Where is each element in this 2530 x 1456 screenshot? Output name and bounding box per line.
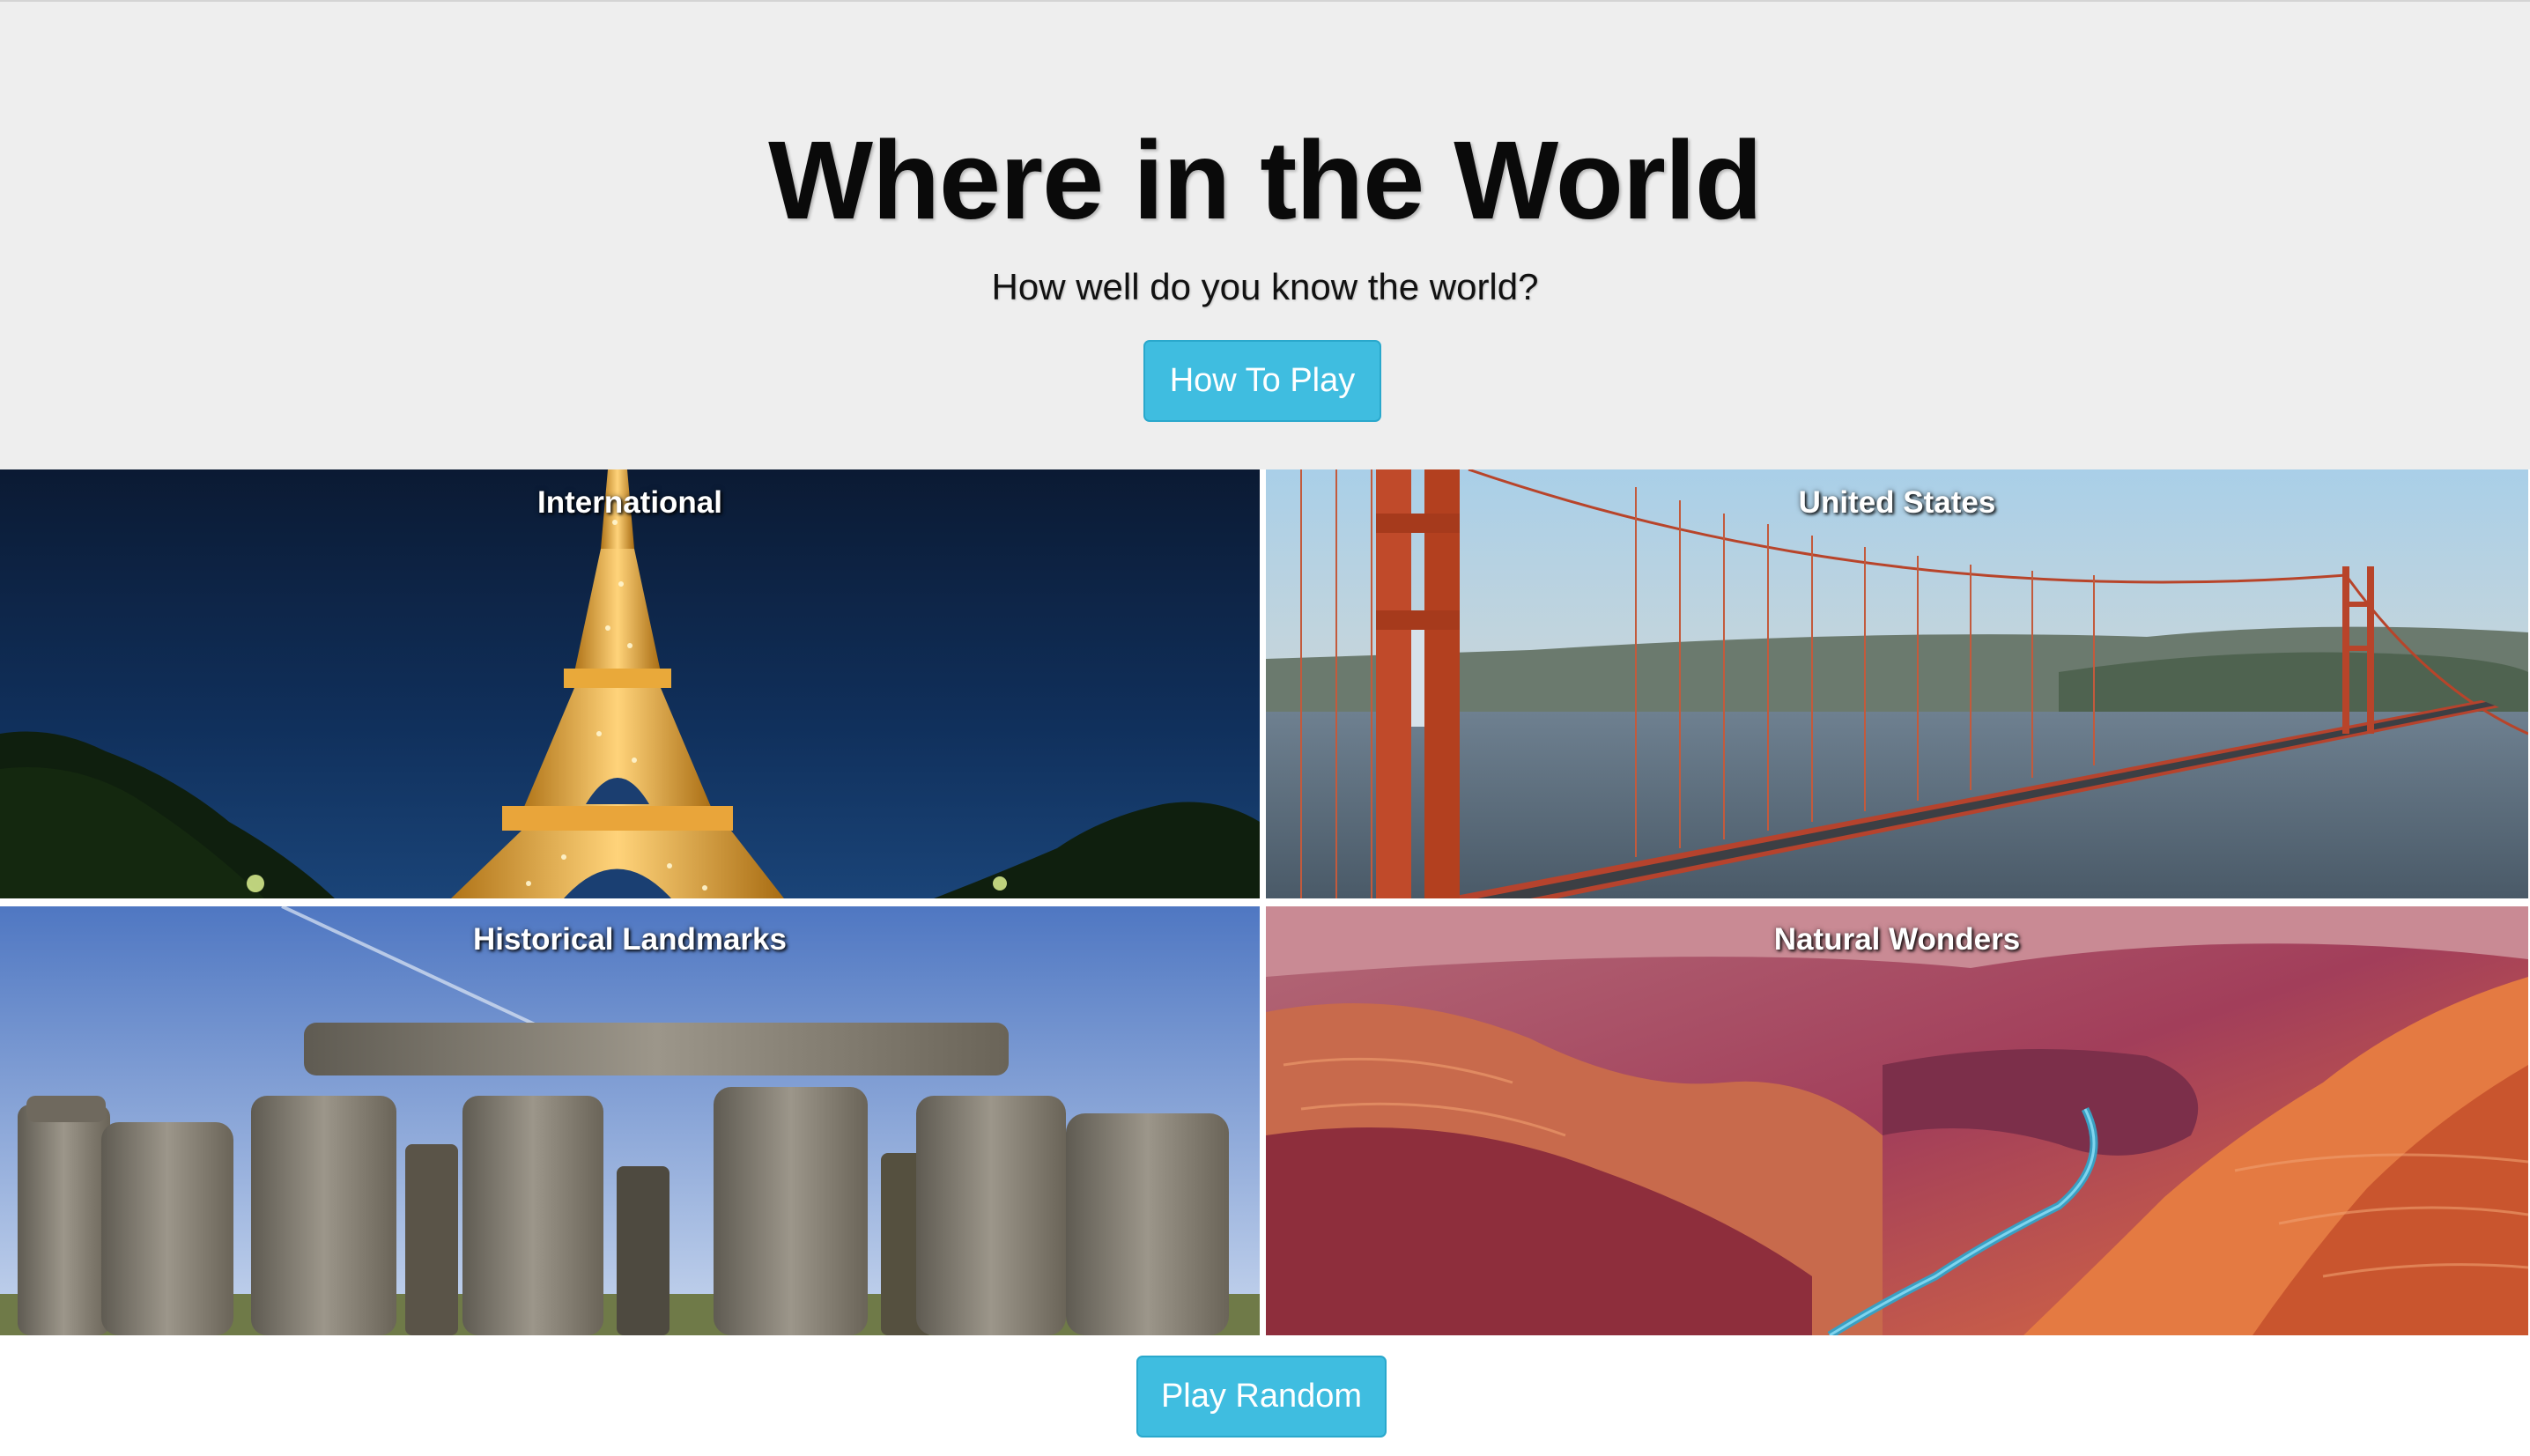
category-tile-united-states[interactable]: United States: [1266, 469, 2528, 898]
stonehenge-image: [0, 906, 1260, 1335]
how-to-play-button[interactable]: How To Play: [1143, 340, 1381, 422]
page-title: Where in the World: [768, 118, 1763, 242]
category-label: United States: [1798, 485, 1996, 520]
category-label: Natural Wonders: [1773, 922, 2021, 957]
grand-canyon-image: [1266, 906, 2528, 1335]
golden-gate-bridge-image: [1266, 469, 2528, 898]
category-tile-international[interactable]: International: [0, 469, 1260, 898]
play-random-button[interactable]: Play Random: [1136, 1356, 1387, 1438]
category-label: Historical Landmarks: [473, 922, 787, 957]
category-label: International: [536, 485, 723, 520]
hero-jumbotron: Where in the World How well do you know …: [0, 0, 2530, 469]
category-tile-natural-wonders[interactable]: Natural Wonders: [1266, 906, 2528, 1335]
page-subtitle: How well do you know the world?: [991, 266, 1539, 307]
eiffel-tower-image: [0, 469, 1260, 898]
category-tile-historical-landmarks[interactable]: Historical Landmarks: [0, 906, 1260, 1335]
